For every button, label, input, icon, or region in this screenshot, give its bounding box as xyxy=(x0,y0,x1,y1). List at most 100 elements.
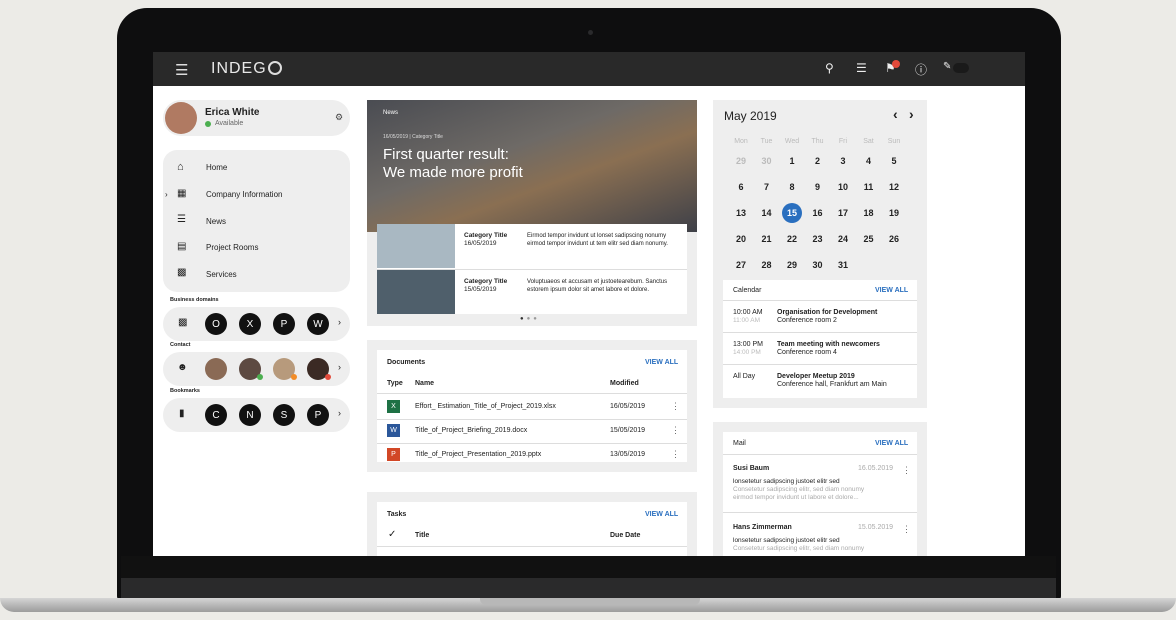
laptop-hinge xyxy=(121,578,1056,598)
gear-icon[interactable]: ⚙ xyxy=(335,112,343,123)
search-icon[interactable]: ⚲ xyxy=(825,61,834,75)
nav-item-news[interactable]: News xyxy=(206,217,226,226)
calendar-day[interactable]: 30 xyxy=(756,156,778,166)
more-options-icon[interactable]: ⋮ xyxy=(902,465,911,476)
calendar-day[interactable]: 17 xyxy=(832,208,854,218)
calendar-day[interactable]: 14 xyxy=(756,208,778,218)
more-options-icon[interactable]: ⋮ xyxy=(671,449,680,460)
column-header-due-date[interactable]: Due Date xyxy=(610,532,640,539)
chevron-left-icon[interactable]: ‹ xyxy=(893,106,898,122)
calendar-day[interactable]: 21 xyxy=(756,234,778,244)
nav-item-project-rooms[interactable]: Project Rooms xyxy=(206,243,258,252)
column-header-type[interactable]: Type xyxy=(387,380,403,387)
calendar-day[interactable]: 2 xyxy=(807,156,829,166)
documents-view-all[interactable]: VIEW ALL xyxy=(645,359,678,366)
mail-subject[interactable]: lonsetetur sadipscing justoet elitr sed xyxy=(733,478,840,485)
calendar-day[interactable]: 1 xyxy=(781,156,803,166)
mail-sender[interactable]: Hans Zimmerman xyxy=(733,524,792,531)
news-thumbnail[interactable] xyxy=(377,270,455,314)
calendar-day[interactable]: 5 xyxy=(883,156,905,166)
help-icon[interactable]: ⓘ xyxy=(915,61,927,78)
events-view-all[interactable]: VIEW ALL xyxy=(875,287,908,294)
theme-toggle[interactable] xyxy=(953,63,969,73)
user-card[interactable]: Erica White Available ⚙ xyxy=(163,100,350,136)
mail-subject[interactable]: lonsetetur sadipscing justoet elitr sed xyxy=(733,537,840,544)
document-name[interactable]: Effort_ Estimation_Title_of_Project_2019… xyxy=(415,403,556,410)
powerpoint-icon[interactable]: P xyxy=(273,313,295,335)
bookmark-item[interactable]: P xyxy=(307,404,329,426)
calendar-day[interactable]: 24 xyxy=(832,234,854,244)
calendar-day[interactable]: 15 xyxy=(782,203,802,223)
calendar-day[interactable]: 23 xyxy=(807,234,829,244)
event-title[interactable]: Organisation for Development xyxy=(777,309,877,316)
calendar-day[interactable]: 27 xyxy=(730,260,752,270)
nav-item-services[interactable]: Services xyxy=(206,270,237,279)
calendar-day[interactable]: 6 xyxy=(730,182,752,192)
user-status[interactable]: Available xyxy=(215,120,243,127)
check-icon[interactable]: ✓ xyxy=(388,529,396,540)
event-title[interactable]: Team meeting with newcomers xyxy=(777,341,880,348)
word-icon[interactable]: W xyxy=(307,313,329,335)
carousel-dots[interactable]: ●●● xyxy=(520,316,540,322)
news-headline[interactable]: We made more profit xyxy=(383,164,523,181)
calendar-day[interactable]: 29 xyxy=(730,156,752,166)
app-logo[interactable]: INDEG xyxy=(211,60,282,78)
calendar-day[interactable]: 4 xyxy=(858,156,880,166)
calendar-day[interactable]: 30 xyxy=(807,260,829,270)
apps-grid-icon[interactable]: ▩ xyxy=(178,317,187,328)
calendar-day[interactable]: 16 xyxy=(807,208,829,218)
calendar-day[interactable]: 12 xyxy=(883,182,905,192)
menu-icon[interactable]: ☰ xyxy=(175,61,188,79)
news-headline[interactable]: First quarter result: xyxy=(383,146,509,163)
chevron-right-icon[interactable]: › xyxy=(338,317,341,327)
column-header-name[interactable]: Name xyxy=(415,380,434,387)
column-header-title[interactable]: Title xyxy=(415,532,429,539)
calendar-day[interactable]: 9 xyxy=(807,182,829,192)
calendar-day[interactable]: 11 xyxy=(858,182,880,192)
news-thumbnail[interactable] xyxy=(377,224,455,268)
news-hero-image[interactable]: News 16/05/2019 | Category Title First q… xyxy=(367,100,697,232)
calendar-day[interactable]: 28 xyxy=(756,260,778,270)
more-options-icon[interactable]: ⋮ xyxy=(671,425,680,436)
outlook-icon[interactable]: O xyxy=(205,313,227,335)
news-item-text[interactable]: Voluptuaeos et accusam et justoetearebum… xyxy=(527,278,679,294)
nav-item-company-information[interactable]: Company Information xyxy=(206,190,282,199)
filter-icon[interactable]: ☰ xyxy=(856,61,867,75)
contact-avatar[interactable] xyxy=(205,358,227,380)
mail-view-all[interactable]: VIEW ALL xyxy=(875,440,908,447)
tasks-view-all[interactable]: VIEW ALL xyxy=(645,511,678,518)
calendar-day[interactable]: 19 xyxy=(883,208,905,218)
column-header-modified[interactable]: Modified xyxy=(610,380,639,387)
calendar-day[interactable]: 18 xyxy=(858,208,880,218)
calendar-day[interactable]: 26 xyxy=(883,234,905,244)
event-title[interactable]: Developer Meetup 2019 xyxy=(777,373,855,380)
calendar-day[interactable]: 22 xyxy=(781,234,803,244)
bookmark-icon[interactable]: ▮ xyxy=(179,408,185,419)
edit-icon[interactable]: ✎ xyxy=(943,61,951,72)
calendar-day[interactable]: 8 xyxy=(781,182,803,192)
more-options-icon[interactable]: ⋮ xyxy=(902,524,911,535)
calendar-day[interactable]: 25 xyxy=(858,234,880,244)
bookmark-item[interactable]: C xyxy=(205,404,227,426)
excel-icon[interactable]: X xyxy=(239,313,261,335)
chevron-right-icon[interactable]: › xyxy=(909,106,914,122)
document-name[interactable]: Title_of_Project_Briefing_2019.docx xyxy=(415,427,527,434)
calendar-day[interactable]: 13 xyxy=(730,208,752,218)
chevron-right-icon[interactable]: › xyxy=(165,190,168,199)
bookmark-item[interactable]: N xyxy=(239,404,261,426)
calendar-day[interactable]: 20 xyxy=(730,234,752,244)
document-name[interactable]: Title_of_Project_Presentation_2019.pptx xyxy=(415,451,541,458)
more-options-icon[interactable]: ⋮ xyxy=(671,401,680,412)
calendar-day[interactable]: 31 xyxy=(832,260,854,270)
news-item-text[interactable]: Eirmod tempor invidunt ut lonset sadipsc… xyxy=(527,232,679,248)
mail-sender[interactable]: Susi Baum xyxy=(733,465,769,472)
nav-item-home[interactable]: Home xyxy=(206,163,227,172)
calendar-day[interactable]: 29 xyxy=(781,260,803,270)
chevron-right-icon[interactable]: › xyxy=(338,362,341,372)
chevron-right-icon[interactable]: › xyxy=(338,408,341,418)
calendar-day[interactable]: 3 xyxy=(832,156,854,166)
bookmark-item[interactable]: S xyxy=(273,404,295,426)
people-icon[interactable]: ☻ xyxy=(177,362,188,373)
calendar-day[interactable]: 10 xyxy=(832,182,854,192)
calendar-day[interactable]: 7 xyxy=(756,182,778,192)
